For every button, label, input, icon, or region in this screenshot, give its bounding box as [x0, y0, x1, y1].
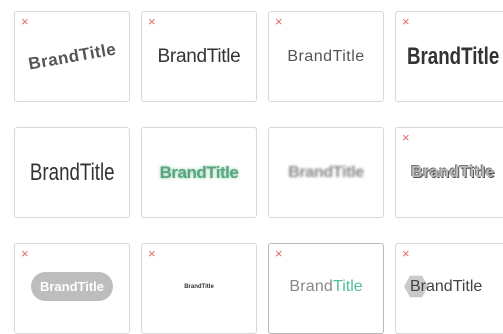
logo-preview: BrandTitle [15, 12, 129, 101]
brand-wordmark-part2: Title [333, 277, 363, 295]
logo-preview: BrandTitle [15, 244, 129, 333]
logo-preview: BrandTitle [142, 244, 256, 333]
brand-wordmark: BrandTitle [411, 163, 495, 181]
brand-wordmark-pill: BrandTitle [30, 272, 114, 301]
logo-card-12[interactable]: × BrandTitle [395, 243, 503, 334]
brand-wordmark: BrandTitle [406, 42, 500, 70]
logo-card-1[interactable]: × BrandTitle [14, 11, 130, 102]
brand-wordmark: BrandTitle [287, 47, 365, 65]
brand-lockup: BrandTitle [404, 275, 483, 298]
logo-card-4[interactable]: × BrandTitle [395, 11, 503, 102]
brand-wordmark: BrandTitle [288, 163, 364, 181]
brand-wordmark: BrandTitle [26, 38, 118, 74]
logo-card-9[interactable]: × BrandTitle [14, 243, 130, 334]
logo-card-6[interactable]: BrandTitle [141, 127, 257, 218]
brand-wordmark: BrandTitle [410, 277, 483, 295]
logo-card-10[interactable]: × BrandTitle [141, 243, 257, 334]
brand-wordmark-part1: Brand [289, 277, 334, 295]
logo-preview: BrandTitle [142, 128, 256, 217]
logo-preview: BrandTitle [396, 244, 503, 333]
brand-wordmark: BrandTitle [157, 45, 241, 67]
logo-preview: BrandTitle [15, 128, 129, 217]
logo-card-3[interactable]: × BrandTitle [268, 11, 384, 102]
logo-preview: BrandTitle [396, 128, 503, 217]
brand-wordmark: BrandTitle [159, 162, 239, 182]
logo-card-8[interactable]: × BrandTitle [395, 127, 503, 218]
logo-preview: BrandTitle [269, 128, 383, 217]
logo-preview: BrandTitle [269, 12, 383, 101]
logo-preview: BrandTitle [396, 12, 503, 101]
logo-card-2[interactable]: × BrandTitle [141, 11, 257, 102]
logo-card-7[interactable]: BrandTitle [268, 127, 384, 218]
logo-card-5[interactable]: BrandTitle [14, 127, 130, 218]
brand-wordmark: BrandTitle [184, 283, 214, 290]
logo-preview: BrandTitle [269, 244, 383, 333]
brand-wordmark: BrandTitle [29, 158, 115, 186]
logo-card-11[interactable]: × Brand Title [268, 243, 384, 334]
logo-preview: BrandTitle [142, 12, 256, 101]
